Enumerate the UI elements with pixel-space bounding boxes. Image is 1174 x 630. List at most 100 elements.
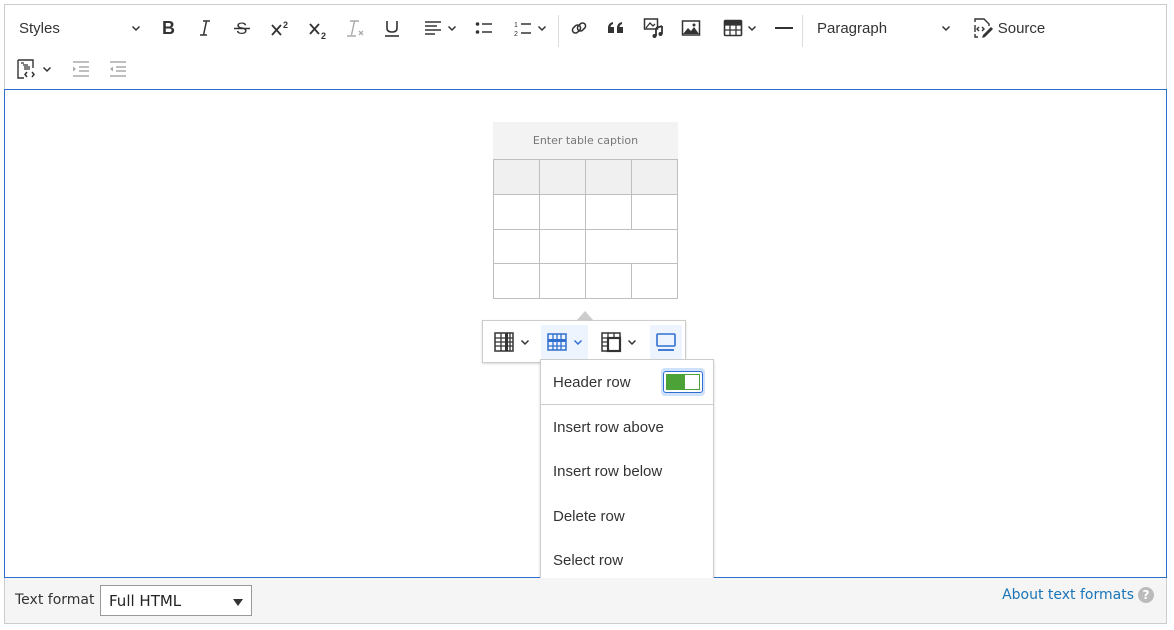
subscript-icon: 2 bbox=[309, 23, 326, 40]
switch-on-fill bbox=[666, 374, 684, 390]
remove-format-icon bbox=[347, 20, 364, 37]
table-cell[interactable] bbox=[493, 228, 540, 265]
link-icon bbox=[571, 22, 587, 34]
bold-icon: B bbox=[162, 18, 175, 38]
table-cell[interactable] bbox=[539, 228, 586, 265]
chevron-down-icon bbox=[447, 25, 457, 32]
table-row bbox=[493, 193, 678, 230]
content-table[interactable] bbox=[493, 159, 678, 299]
table-cell[interactable] bbox=[631, 263, 678, 299]
numbered-list-icon: 12 bbox=[514, 22, 531, 38]
about-text-formats-link[interactable]: About text formats bbox=[1002, 587, 1134, 603]
row-options-menu: Header row Insert row above Insert row b… bbox=[540, 359, 714, 582]
editor-toolbar: Styles B S 2 2 12 Paragraph Source bbox=[4, 4, 1167, 90]
chevron-down-icon bbox=[131, 25, 141, 32]
chevron-down-icon bbox=[747, 25, 757, 32]
table-properties-icon bbox=[656, 333, 676, 351]
source-icon bbox=[974, 18, 993, 38]
horizontal-line-icon bbox=[775, 27, 793, 29]
text-format-value: Full HTML bbox=[109, 591, 182, 610]
styles-dropdown-label: Styles bbox=[19, 19, 60, 37]
svg-text:2: 2 bbox=[321, 31, 326, 40]
select-arrow-icon bbox=[233, 599, 243, 606]
italic-icon bbox=[200, 20, 210, 36]
insert-row-above-item[interactable]: Insert row above bbox=[541, 405, 713, 449]
subscript-button[interactable]: 2 bbox=[305, 14, 333, 46]
indent-icon bbox=[73, 61, 89, 77]
table-cell[interactable] bbox=[539, 193, 586, 230]
quote-icon bbox=[608, 22, 623, 33]
switch-knob bbox=[684, 374, 700, 390]
table-cell[interactable] bbox=[585, 159, 632, 195]
align-left-icon bbox=[425, 21, 441, 35]
table-cell[interactable] bbox=[493, 159, 540, 195]
select-row-item[interactable]: Select row bbox=[541, 538, 713, 582]
table-icon bbox=[723, 19, 743, 37]
toolbar-separator bbox=[558, 15, 559, 47]
media-embed-button[interactable] bbox=[641, 12, 667, 44]
table-column-dropdown[interactable] bbox=[488, 325, 535, 359]
table-row-icon bbox=[547, 333, 567, 351]
heading-dropdown-label: Paragraph bbox=[817, 19, 888, 37]
insert-table-dropdown[interactable] bbox=[717, 12, 763, 44]
superscript-button[interactable]: 2 bbox=[267, 12, 295, 44]
styles-dropdown[interactable]: Styles bbox=[13, 12, 147, 44]
bulleted-list-button[interactable] bbox=[471, 12, 497, 44]
svg-text:2: 2 bbox=[283, 20, 288, 30]
table-cell[interactable] bbox=[493, 263, 540, 299]
delete-row-item[interactable]: Delete row bbox=[541, 494, 713, 538]
table-row bbox=[493, 228, 678, 265]
bold-button[interactable]: B bbox=[155, 12, 181, 44]
table-properties-button[interactable] bbox=[650, 325, 682, 359]
insert-row-below-item[interactable]: Insert row below bbox=[541, 449, 713, 493]
merge-cells-dropdown[interactable] bbox=[595, 325, 642, 359]
numbered-list-dropdown[interactable]: 12 bbox=[507, 12, 553, 44]
header-row-label: Header row bbox=[553, 373, 631, 391]
chevron-down-icon bbox=[537, 25, 547, 32]
table-cell[interactable] bbox=[631, 193, 678, 230]
header-row-toggle-item[interactable]: Header row bbox=[541, 360, 713, 404]
chevron-down-icon bbox=[627, 339, 637, 346]
indent-button[interactable] bbox=[68, 53, 94, 85]
alignment-dropdown[interactable] bbox=[417, 12, 463, 44]
text-format-select[interactable]: Full HTML bbox=[100, 585, 252, 616]
remove-format-button[interactable] bbox=[342, 12, 370, 44]
strikethrough-icon: S bbox=[234, 19, 250, 38]
svg-text:B: B bbox=[162, 18, 175, 38]
text-format-label: Text format bbox=[15, 592, 95, 608]
header-row-switch[interactable] bbox=[663, 371, 703, 393]
italic-button[interactable] bbox=[192, 12, 218, 44]
merge-cells-icon bbox=[601, 332, 622, 353]
table-row-dropdown[interactable] bbox=[541, 325, 588, 359]
source-button[interactable]: Source bbox=[967, 12, 1051, 44]
table-cell-merged[interactable] bbox=[585, 228, 678, 265]
link-button[interactable] bbox=[566, 12, 592, 44]
table-cell[interactable] bbox=[631, 159, 678, 195]
svg-text:1: 1 bbox=[514, 22, 518, 29]
superscript-icon: 2 bbox=[271, 20, 288, 36]
table-cell[interactable] bbox=[493, 193, 540, 230]
code-block-dropdown[interactable] bbox=[11, 53, 57, 85]
block-quote-button[interactable] bbox=[603, 12, 629, 44]
help-icon[interactable]: ? bbox=[1138, 587, 1154, 603]
underline-button[interactable] bbox=[379, 12, 405, 44]
table-caption-input[interactable]: Enter table caption bbox=[493, 122, 678, 159]
table-cell[interactable] bbox=[539, 159, 586, 195]
text-format-bar: Text format Full HTML About text formats… bbox=[4, 578, 1167, 624]
table-cell[interactable] bbox=[585, 263, 632, 299]
table-cell[interactable] bbox=[585, 193, 632, 230]
chevron-down-icon bbox=[520, 339, 530, 346]
table-balloon-toolbar bbox=[482, 320, 686, 363]
header-row-switch-focus bbox=[661, 368, 705, 396]
code-block-icon bbox=[17, 59, 35, 79]
outdent-button[interactable] bbox=[105, 53, 131, 85]
chevron-down-icon bbox=[573, 339, 583, 346]
heading-dropdown[interactable]: Paragraph bbox=[811, 12, 957, 44]
table-column-icon bbox=[494, 332, 514, 352]
underline-icon bbox=[385, 21, 399, 37]
horizontal-line-button[interactable] bbox=[771, 12, 797, 44]
strikethrough-button[interactable]: S bbox=[229, 12, 255, 44]
source-button-label: Source bbox=[997, 19, 1046, 37]
table-cell[interactable] bbox=[539, 263, 586, 299]
image-button[interactable] bbox=[678, 12, 704, 44]
